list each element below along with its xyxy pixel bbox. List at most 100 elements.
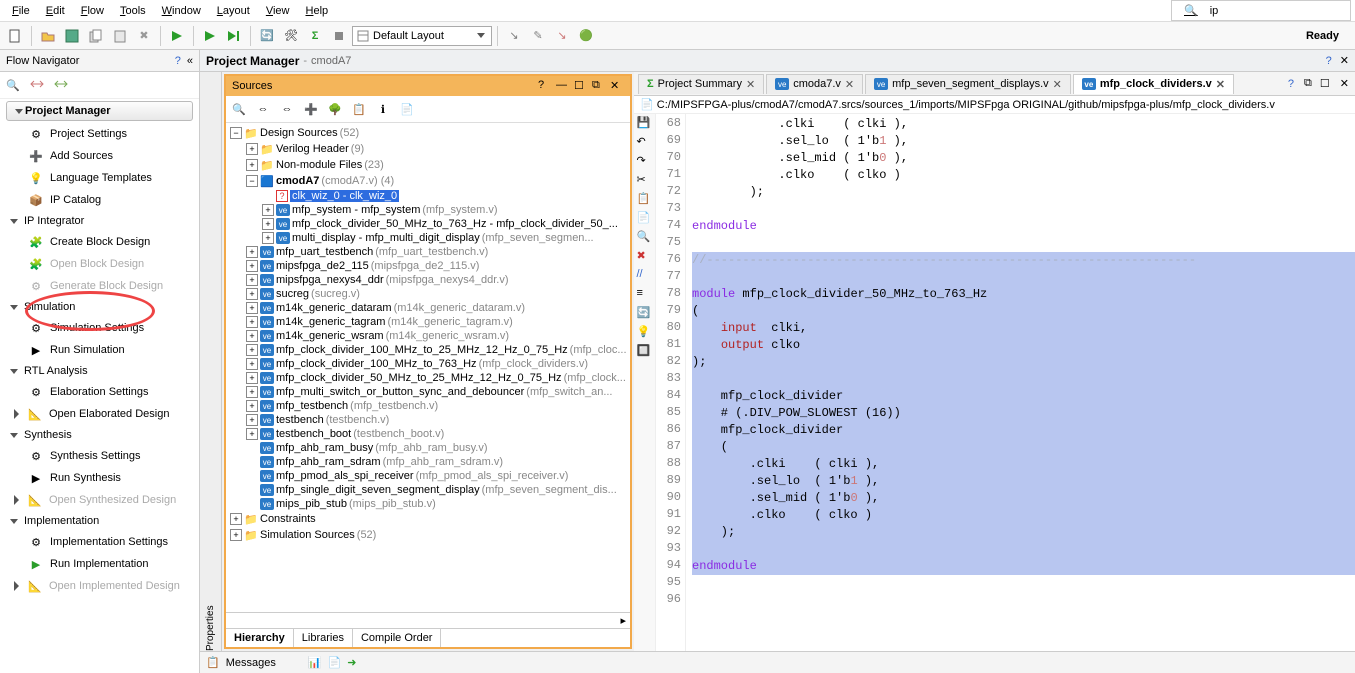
search-box[interactable]: 🔍 <box>1171 0 1351 21</box>
help-icon[interactable]: ? <box>1282 78 1300 90</box>
src-new-icon[interactable]: 📄 <box>396 98 418 120</box>
find-icon[interactable]: 🔍 <box>637 230 653 246</box>
menu-view[interactable]: View <box>258 3 298 19</box>
src-info-icon[interactable]: ℹ <box>372 98 394 120</box>
nav-expand-icon[interactable] <box>50 74 72 96</box>
tab-compile-order[interactable]: Compile Order <box>353 629 442 647</box>
save-icon[interactable] <box>61 25 83 47</box>
settings-icon[interactable]: 🛠 <box>280 25 302 47</box>
tool-b-icon[interactable]: ✎ <box>527 25 549 47</box>
nav-project-manager[interactable]: Project Manager <box>6 101 193 121</box>
help-icon[interactable]: ? <box>175 55 181 67</box>
minimize-icon[interactable]: — <box>556 79 570 93</box>
nav-simulation[interactable]: Simulation <box>0 297 199 317</box>
tab-seven-segment[interactable]: vemfp_seven_segment_displays.v✕ <box>865 74 1071 94</box>
src-wiz-icon[interactable]: 📋 <box>348 98 370 120</box>
msg-tool-a[interactable]: 📊 <box>308 656 322 669</box>
open-icon[interactable] <box>37 25 59 47</box>
refresh-icon[interactable]: 🔄 <box>256 25 278 47</box>
menu-help[interactable]: Help <box>298 3 337 19</box>
src-expand-icon[interactable]: ⇔ <box>276 98 298 120</box>
close-icon[interactable]: ✕ <box>1340 54 1349 67</box>
menu-layout[interactable]: Layout <box>209 3 258 19</box>
tool-c-icon[interactable]: ↘ <box>551 25 573 47</box>
code-editor[interactable]: .clki ( clki ), .sel_lo ( 1'b1 ), .sel_m… <box>686 114 1355 651</box>
refresh-icon[interactable]: 🔄 <box>637 306 653 322</box>
close-icon[interactable]: ✕ <box>746 78 755 91</box>
nav-ip-integrator[interactable]: IP Integrator <box>0 211 199 231</box>
delete-icon[interactable]: ✖ <box>133 25 155 47</box>
nav-open-block-design[interactable]: 🧩Open Block Design <box>0 253 199 275</box>
menu-file[interactable]: File <box>4 3 38 19</box>
new-icon[interactable] <box>4 25 26 47</box>
popout-icon[interactable]: ⧉ <box>1300 77 1316 90</box>
copy-icon[interactable] <box>85 25 107 47</box>
nav-open-synthesized-design[interactable]: 📐Open Synthesized Design <box>0 489 199 511</box>
properties-tab[interactable]: Properties <box>200 72 222 651</box>
nav-implementation[interactable]: Implementation <box>0 511 199 531</box>
menu-flow[interactable]: Flow <box>73 3 112 19</box>
menu-window[interactable]: Window <box>154 3 209 19</box>
save-icon[interactable]: 💾 <box>637 116 653 132</box>
msg-tool-c[interactable]: ➜ <box>347 656 356 669</box>
layout-combo[interactable]: Default Layout <box>352 26 492 46</box>
nav-simulation-settings[interactable]: ⚙Simulation Settings <box>0 317 199 339</box>
tab-hierarchy[interactable]: Hierarchy <box>226 629 294 647</box>
nav-language-templates[interactable]: 💡Language Templates <box>0 167 199 189</box>
paste-icon[interactable]: 📄 <box>637 211 653 227</box>
format-icon[interactable]: ≡ <box>637 287 653 303</box>
nav-run-implementation[interactable]: ▶Run Implementation <box>0 553 199 575</box>
sigma-icon[interactable]: Σ <box>304 25 326 47</box>
tool-a-icon[interactable]: ↘ <box>503 25 525 47</box>
help-icon[interactable]: ? <box>1326 55 1332 67</box>
close-icon[interactable]: ✕ <box>1216 78 1225 91</box>
bulb-icon[interactable]: 💡 <box>637 325 653 341</box>
nav-add-sources[interactable]: ➕Add Sources <box>0 145 199 167</box>
undo-icon[interactable]: ↶ <box>637 135 653 151</box>
tab-project-summary[interactable]: ΣProject Summary✕ <box>638 74 764 94</box>
nav-search-icon[interactable]: 🔍 <box>2 74 24 96</box>
close-icon[interactable]: ✕ <box>1334 77 1355 90</box>
messages-tab[interactable]: Messages <box>226 657 276 669</box>
src-add-icon[interactable]: ➕ <box>300 98 322 120</box>
delete-icon[interactable]: ✖ <box>637 249 653 265</box>
src-collapse-icon[interactable]: ⇔ <box>252 98 274 120</box>
nav-generate-block-design[interactable]: ⚙Generate Block Design <box>0 275 199 297</box>
nav-synthesis[interactable]: Synthesis <box>0 425 199 445</box>
nav-run-synthesis[interactable]: ▶Run Synthesis <box>0 467 199 489</box>
msg-tool-b[interactable]: 📄 <box>328 656 342 669</box>
tab-clock-dividers[interactable]: vemfp_clock_dividers.v✕ <box>1073 74 1234 94</box>
close-icon[interactable]: ✕ <box>610 79 624 93</box>
menu-edit[interactable]: Edit <box>38 3 73 19</box>
run-icon[interactable] <box>166 25 188 47</box>
nav-synthesis-settings[interactable]: ⚙Synthesis Settings <box>0 445 199 467</box>
nav-elaboration-settings[interactable]: ⚙Elaboration Settings <box>0 381 199 403</box>
collapse-icon[interactable]: « <box>187 55 193 67</box>
tab-libraries[interactable]: Libraries <box>294 629 353 647</box>
sources-tree[interactable]: −📁Design Sources (52) +📁Verilog Header (… <box>226 123 630 612</box>
run-next-icon[interactable] <box>223 25 245 47</box>
nav-create-block-design[interactable]: 🧩Create Block Design <box>0 231 199 253</box>
menu-tools[interactable]: Tools <box>112 3 154 19</box>
chip-icon[interactable] <box>328 25 350 47</box>
nav-project-settings[interactable]: ⚙Project Settings <box>0 123 199 145</box>
help-icon[interactable]: ? <box>538 79 552 93</box>
run-step-icon[interactable] <box>199 25 221 47</box>
tool-d-icon[interactable]: 🟢 <box>575 25 597 47</box>
src-search-icon[interactable]: 🔍 <box>228 98 250 120</box>
close-icon[interactable]: ✕ <box>845 78 854 91</box>
search-input[interactable] <box>1210 5 1346 17</box>
redo-icon[interactable]: ↷ <box>637 154 653 170</box>
nav-run-simulation[interactable]: ▶Run Simulation <box>0 339 199 361</box>
maximize-icon[interactable]: ☐ <box>1316 77 1334 90</box>
nav-rtl-analysis[interactable]: RTL Analysis <box>0 361 199 381</box>
nav-ip-catalog[interactable]: 📦IP Catalog <box>0 189 199 211</box>
nav-open-implemented-design[interactable]: 📐Open Implemented Design <box>0 575 199 597</box>
chip-icon[interactable]: 🔲 <box>637 344 653 360</box>
restore-icon[interactable]: ⧉ <box>592 79 606 93</box>
scroll-right-icon[interactable]: ▸ <box>616 614 630 627</box>
nav-collapse-icon[interactable] <box>26 74 48 96</box>
nav-implementation-settings[interactable]: ⚙Implementation Settings <box>0 531 199 553</box>
msg-icon[interactable]: 📋 <box>206 656 220 669</box>
paste-icon[interactable] <box>109 25 131 47</box>
